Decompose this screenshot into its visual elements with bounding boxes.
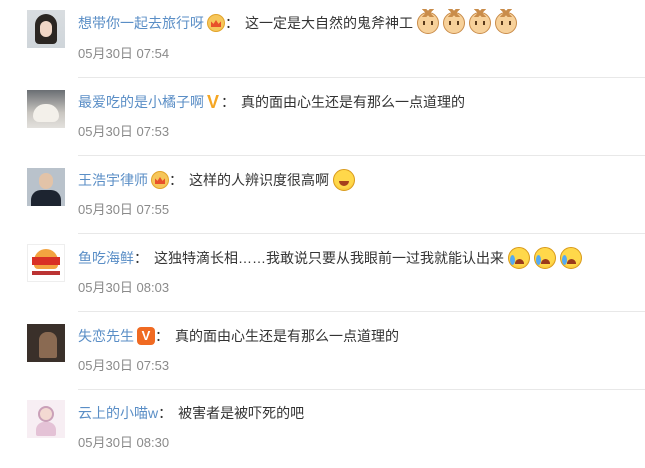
comment-timestamp: 05月30日 07:53	[78, 124, 170, 139]
colon-separator: ：	[155, 328, 169, 344]
comment-timestamp: 05月30日 07:55	[78, 202, 170, 217]
cry-laugh-emoji-icon	[534, 247, 556, 269]
comment-line: 最爱吃的是小橘子啊 V ： 真的面由心生还是有那么一点道理的	[78, 91, 637, 113]
comment-line: 云上的小喵w ： 被害者是被吓死的吧	[78, 402, 637, 424]
cat-emoji-icon	[417, 9, 439, 34]
laugh-emoji-icon	[333, 169, 355, 191]
username-link[interactable]: 王浩宇律师	[78, 169, 148, 191]
cat-emoji-icon	[443, 9, 465, 34]
username-link[interactable]: 想带你一起去旅行呀	[78, 12, 204, 34]
comment-timestamp: 05月30日 08:30	[78, 435, 170, 450]
comment-timestamp: 05月30日 08:03	[78, 280, 170, 295]
username-link[interactable]: 最爱吃的是小橘子啊	[78, 91, 204, 113]
cat-emoji-icon	[469, 9, 491, 34]
comment-text: 这独特滴长相……我敢说只要从我眼前一过我就能认出来	[154, 250, 504, 266]
avatar[interactable]	[27, 244, 65, 282]
comment-item: 云上的小喵w ： 被害者是被吓死的吧 05月30日 08:30	[0, 390, 645, 468]
comment-item: 最爱吃的是小橘子啊 V ： 真的面由心生还是有那么一点道理的 05月30日 07…	[0, 78, 645, 156]
comment-text: 被害者是被吓死的吧	[178, 405, 305, 421]
username-link[interactable]: 失恋先生	[78, 325, 134, 347]
comment-item: 失恋先生 V ： 真的面由心生还是有那么一点道理的 05月30日 07:53	[0, 312, 645, 390]
cry-laugh-emoji-icon	[508, 247, 530, 269]
comment-line: 失恋先生 V ： 真的面由心生还是有那么一点道理的	[78, 325, 637, 347]
comment-timestamp: 05月30日 07:53	[78, 358, 170, 373]
avatar[interactable]	[27, 168, 65, 206]
comment-text: 真的面由心生还是有那么一点道理的	[241, 94, 465, 110]
comment-item: 鱼吃海鲜 ： 这独特滴长相……我敢说只要从我眼前一过我就能认出来 05月30日 …	[0, 234, 645, 312]
avatar[interactable]	[27, 324, 65, 362]
comment-timestamp: 05月30日 07:54	[78, 46, 170, 61]
comment-item: 王浩宇律师 ： 这样的人辨识度很高啊 05月30日 07:55	[0, 156, 645, 234]
vip-crown-icon[interactable]	[207, 14, 225, 32]
colon-separator: ：	[169, 172, 183, 188]
avatar[interactable]	[27, 90, 65, 128]
comment-text: 这样的人辨识度很高啊	[189, 172, 329, 188]
colon-separator: ：	[225, 15, 239, 31]
comment-line: 王浩宇律师 ： 这样的人辨识度很高啊	[78, 169, 637, 191]
comment-text: 真的面由心生还是有那么一点道理的	[175, 328, 399, 344]
cry-laugh-emoji-icon	[560, 247, 582, 269]
colon-separator: ：	[158, 405, 173, 421]
avatar[interactable]	[27, 10, 65, 48]
avatar[interactable]	[27, 400, 65, 438]
comment-line: 鱼吃海鲜 ： 这独特滴长相……我敢说只要从我眼前一过我就能认出来	[78, 247, 637, 269]
verified-v-icon[interactable]: V	[137, 327, 155, 345]
colon-separator: ：	[221, 94, 235, 110]
cat-emoji-icon	[495, 9, 517, 34]
username-link[interactable]: 云上的小喵w	[78, 402, 158, 424]
comment-text: 这一定是大自然的鬼斧神工	[245, 15, 413, 31]
username-link[interactable]: 鱼吃海鲜	[78, 247, 134, 269]
comment-line: 想带你一起去旅行呀 ： 这一定是大自然的鬼斧神工	[78, 9, 637, 34]
colon-separator: ：	[134, 250, 148, 266]
vip-crown-icon[interactable]	[151, 171, 169, 189]
comment-item: 想带你一起去旅行呀 ： 这一定是大自然的鬼斧神工 05月30日 07:54	[0, 0, 645, 78]
verified-v-icon[interactable]: V	[207, 93, 221, 111]
